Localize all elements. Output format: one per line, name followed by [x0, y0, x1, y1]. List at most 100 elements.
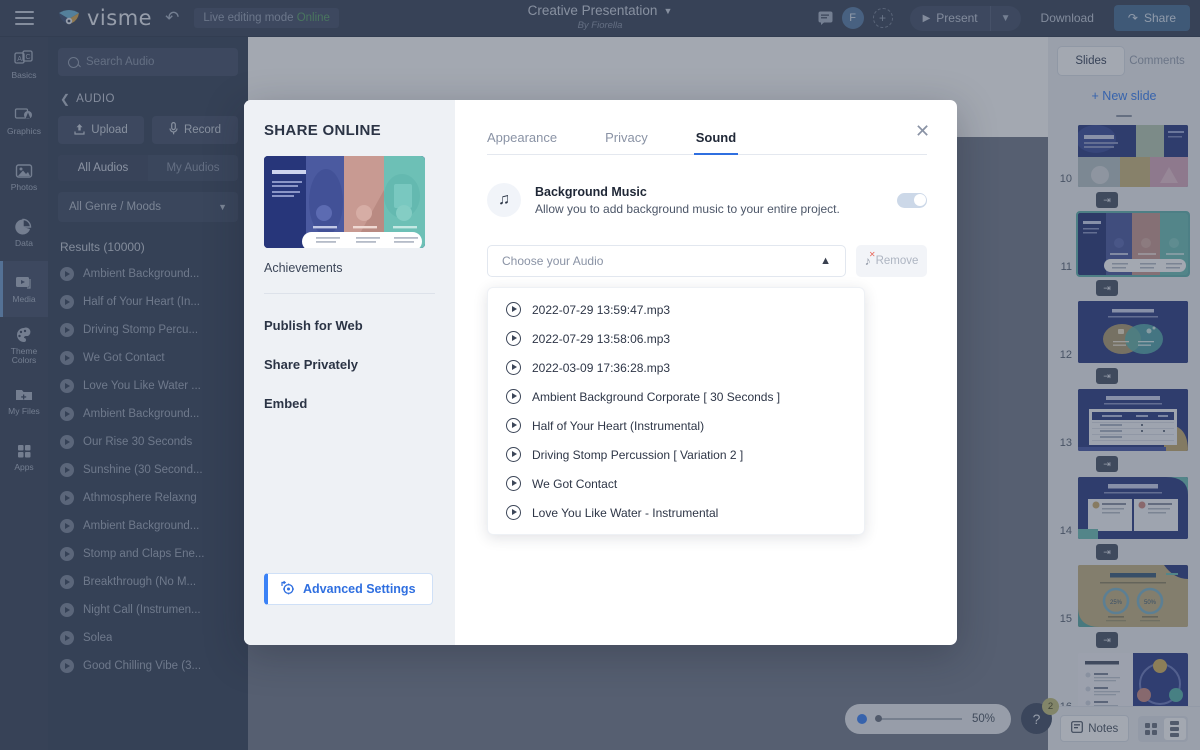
- play-icon[interactable]: [60, 295, 74, 309]
- list-item[interactable]: Ambient Background...: [48, 400, 248, 428]
- new-slide-button[interactable]: + New slide: [1048, 75, 1200, 113]
- chevron-down-icon[interactable]: ▼: [663, 6, 672, 16]
- play-icon[interactable]: [60, 435, 74, 449]
- sidebar-item-my-files[interactable]: My Files: [0, 373, 48, 429]
- tab-comments[interactable]: Comments: [1124, 47, 1190, 75]
- play-icon[interactable]: [506, 302, 521, 317]
- play-icon[interactable]: [60, 575, 74, 589]
- slide-thumbnail-row[interactable]: 12: [1048, 301, 1200, 363]
- transition-arrow-icon[interactable]: ⇥: [1096, 280, 1118, 296]
- transition-arrow-icon[interactable]: ⇥: [1096, 192, 1118, 208]
- list-item[interactable]: Half of Your Heart (In...: [48, 288, 248, 316]
- list-item[interactable]: We Got Contact: [48, 344, 248, 372]
- list-item[interactable]: Good Chilling Vibe (3...: [48, 652, 248, 680]
- sidebar-item-theme-colors[interactable]: Theme Colors: [0, 317, 48, 373]
- zoom-out-icon[interactable]: [857, 713, 867, 724]
- play-icon[interactable]: [60, 463, 74, 477]
- tab-all-audios[interactable]: All Audios: [58, 155, 148, 181]
- transition-arrow-icon[interactable]: ⇥: [1096, 368, 1118, 384]
- play-icon[interactable]: [60, 631, 74, 645]
- help-button[interactable]: ? 2: [1021, 698, 1060, 734]
- transition-arrow-icon[interactable]: ⇥: [1096, 456, 1118, 472]
- list-item[interactable]: Half of Your Heart (Instrumental): [488, 411, 864, 440]
- list-item[interactable]: Solea: [48, 624, 248, 652]
- nav-embed[interactable]: Embed: [264, 396, 435, 411]
- slide-thumbnail[interactable]: [1078, 477, 1188, 539]
- list-item[interactable]: Ambient Background...: [48, 512, 248, 540]
- avatar[interactable]: F: [841, 7, 864, 29]
- zoom-slider-handle[interactable]: [875, 715, 882, 722]
- sidebar-item-data[interactable]: Data: [0, 205, 48, 261]
- play-icon[interactable]: [60, 407, 74, 421]
- play-icon[interactable]: [60, 603, 74, 617]
- play-icon[interactable]: [60, 519, 74, 533]
- search-audio-box[interactable]: [58, 48, 238, 76]
- sidebar-item-photos[interactable]: Photos: [0, 149, 48, 205]
- zoom-slider[interactable]: [875, 715, 962, 722]
- tab-privacy[interactable]: Privacy: [605, 130, 648, 154]
- play-icon[interactable]: [60, 323, 74, 337]
- nav-publish-for-web[interactable]: Publish for Web: [264, 318, 435, 333]
- undo-icon[interactable]: ↶: [165, 8, 179, 28]
- sidebar-item-apps[interactable]: Apps: [0, 429, 48, 485]
- list-item[interactable]: Breakthrough (No M...: [48, 568, 248, 596]
- sidebar-item-basics[interactable]: AC Basics: [0, 37, 48, 93]
- play-icon[interactable]: [506, 418, 521, 433]
- play-icon[interactable]: [60, 547, 74, 561]
- list-item[interactable]: Night Call (Instrumen...: [48, 596, 248, 624]
- search-input[interactable]: [86, 56, 228, 68]
- play-icon[interactable]: [60, 351, 74, 365]
- list-item[interactable]: Our Rise 30 Seconds: [48, 428, 248, 456]
- play-icon[interactable]: [60, 267, 74, 281]
- nav-share-privately[interactable]: Share Privately: [264, 357, 435, 372]
- slide-thumbnail-row[interactable]: 10: [1048, 125, 1200, 187]
- download-button[interactable]: Download: [1030, 6, 1105, 30]
- sidebar-item-graphics[interactable]: Graphics: [0, 93, 48, 149]
- tab-appearance[interactable]: Appearance: [487, 130, 557, 154]
- play-icon[interactable]: [60, 659, 74, 673]
- slide-thumbnail[interactable]: 25% 50%: [1078, 565, 1188, 627]
- list-view-icon[interactable]: [1163, 717, 1186, 740]
- advanced-settings-button[interactable]: Advanced Settings: [264, 573, 433, 605]
- document-title[interactable]: Creative Presentation ▼: [528, 3, 673, 18]
- tab-my-audios[interactable]: My Audios: [148, 155, 238, 181]
- list-item[interactable]: Driving Stomp Percu...: [48, 316, 248, 344]
- list-item[interactable]: We Got Contact: [488, 469, 864, 498]
- slide-thumbnail-row[interactable]: 14: [1048, 477, 1200, 539]
- play-icon[interactable]: [506, 476, 521, 491]
- tab-sound[interactable]: Sound: [693, 130, 739, 155]
- list-item[interactable]: 2022-07-29 13:58:06.mp3: [488, 324, 864, 353]
- transition-arrow-icon[interactable]: ⇥: [1096, 544, 1118, 560]
- list-item[interactable]: Ambient Background Corporate [ 30 Second…: [488, 382, 864, 411]
- zoom-slider-pill[interactable]: 50%: [845, 703, 1012, 734]
- list-item[interactable]: Stomp and Claps Ene...: [48, 540, 248, 568]
- notes-button[interactable]: Notes: [1060, 715, 1130, 742]
- close-icon[interactable]: ✕: [915, 122, 933, 141]
- slide-thumbnail[interactable]: [1076, 211, 1190, 277]
- list-item[interactable]: Love You Like Water - Instrumental: [488, 498, 864, 527]
- slide-thumbnail-row[interactable]: 11: [1048, 211, 1200, 277]
- chevron-left-icon[interactable]: ❮: [60, 92, 70, 106]
- list-item[interactable]: Ambient Background...: [48, 260, 248, 288]
- play-icon[interactable]: [506, 505, 521, 520]
- play-icon[interactable]: [60, 379, 74, 393]
- sidebar-item-media[interactable]: Media: [0, 261, 48, 317]
- list-item[interactable]: 2022-07-29 13:59:47.mp3: [488, 295, 864, 324]
- grid-view-icon[interactable]: [1140, 718, 1162, 740]
- list-item[interactable]: 2022-03-09 17:36:28.mp3: [488, 353, 864, 382]
- hamburger-icon[interactable]: [0, 0, 48, 37]
- list-item[interactable]: Driving Stomp Percussion [ Variation 2 ]: [488, 440, 864, 469]
- tab-slides[interactable]: Slides: [1058, 47, 1124, 75]
- share-button[interactable]: ↷ Share: [1113, 5, 1190, 31]
- remove-audio-button[interactable]: ♪ ✕ Remove: [856, 245, 927, 277]
- record-button[interactable]: Record: [152, 116, 238, 144]
- list-item[interactable]: Love You Like Water ...: [48, 372, 248, 400]
- slide-thumbnail[interactable]: [1078, 301, 1188, 363]
- collapse-handle[interactable]: [1116, 115, 1132, 117]
- plus-icon[interactable]: +: [872, 8, 893, 28]
- comment-icon[interactable]: [818, 11, 833, 25]
- list-item[interactable]: Sunshine (30 Second...: [48, 456, 248, 484]
- slide-thumbnail-row[interactable]: 13: [1048, 389, 1200, 451]
- play-icon[interactable]: [506, 331, 521, 346]
- play-icon[interactable]: [506, 447, 521, 462]
